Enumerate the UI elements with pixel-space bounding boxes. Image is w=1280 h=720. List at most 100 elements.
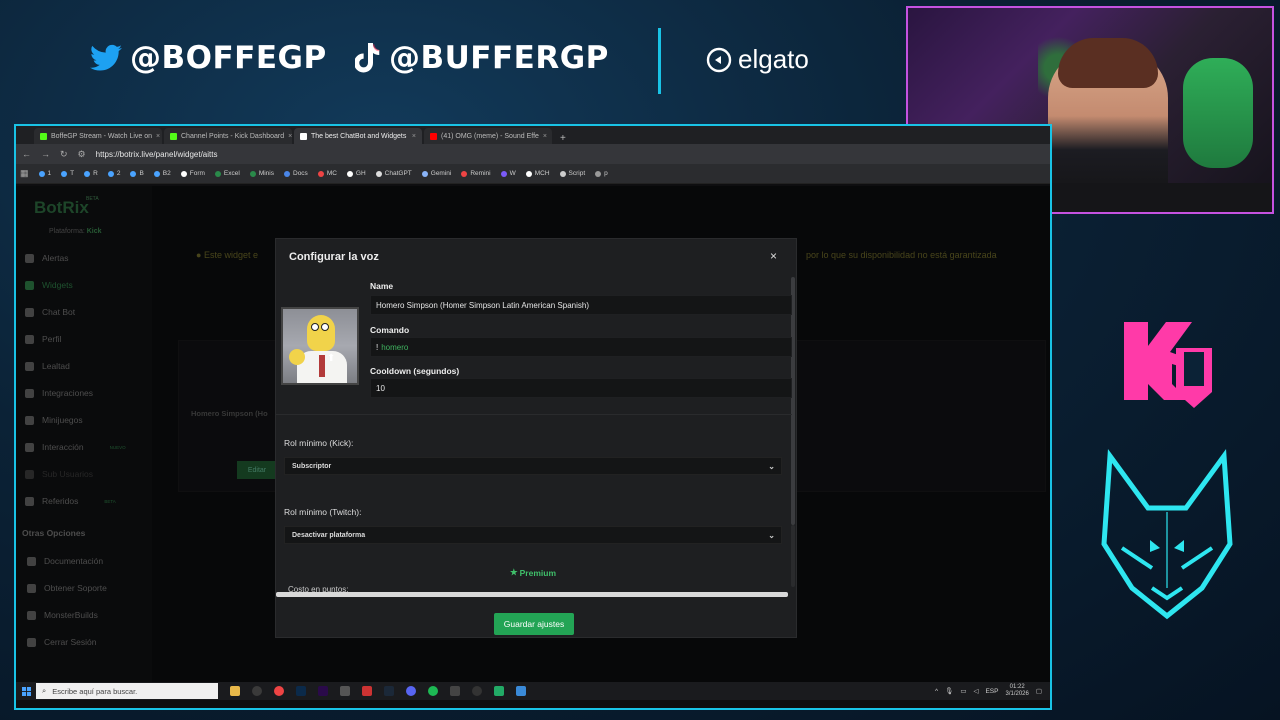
forward-icon[interactable]: → bbox=[41, 149, 50, 159]
bookmark-item[interactable]: Docs bbox=[284, 170, 308, 177]
obs-icon[interactable] bbox=[252, 686, 262, 696]
windows-start-icon[interactable] bbox=[16, 686, 36, 696]
bookmark-item[interactable]: B bbox=[130, 170, 144, 177]
bookmark-label: Docs bbox=[293, 170, 308, 177]
bookmark-label: p bbox=[604, 170, 608, 177]
bookmark-label: B bbox=[139, 170, 144, 177]
app-icon[interactable] bbox=[362, 686, 372, 696]
cooldown-label: Cooldown (segundos) bbox=[370, 366, 460, 376]
bookmark-item[interactable]: p bbox=[595, 170, 608, 177]
bookmark-item[interactable]: Minis bbox=[249, 170, 274, 177]
chrome-icon[interactable] bbox=[274, 686, 284, 696]
bookmark-label: ChatGPT bbox=[384, 170, 412, 177]
command-field[interactable]: ! homero bbox=[370, 337, 792, 357]
bookmark-item[interactable]: T bbox=[61, 170, 74, 177]
modal-scroll-track[interactable] bbox=[791, 525, 795, 587]
network-icon[interactable]: ▭ bbox=[960, 687, 966, 695]
twitter-handle-text: @BOFFEGP bbox=[130, 40, 327, 76]
fox-logo bbox=[1101, 448, 1233, 620]
spotify-icon[interactable] bbox=[428, 686, 438, 696]
bookmark-item[interactable]: Excel bbox=[214, 170, 240, 177]
calculator-icon[interactable] bbox=[340, 686, 350, 696]
address-bar: ← → ↻ ⚙ https://botrix.live/panel/widget… bbox=[16, 144, 1050, 164]
tab-label: BoffeGP Stream - Watch Live on bbox=[51, 132, 153, 140]
app-icon[interactable] bbox=[516, 686, 526, 696]
app-icon[interactable] bbox=[472, 686, 482, 696]
divider bbox=[276, 414, 792, 415]
notification-icon[interactable]: ▢ bbox=[1036, 687, 1042, 695]
bookmark-label: 2 bbox=[116, 170, 121, 177]
horizontal-scrollbar[interactable] bbox=[276, 592, 788, 597]
close-icon[interactable]: × bbox=[288, 133, 292, 140]
name-label: Name bbox=[370, 281, 394, 291]
app-icon[interactable] bbox=[494, 686, 504, 696]
cooldown-field[interactable]: 10 bbox=[370, 378, 792, 398]
bookmark-item[interactable]: B2 bbox=[153, 170, 171, 177]
taskbar-search[interactable]: ⌕ Escribe aquí para buscar. bbox=[36, 683, 218, 699]
tab-kick-dashboard[interactable]: Channel Points - Kick Dashboard × bbox=[164, 128, 292, 144]
bookmark-icon bbox=[84, 170, 91, 177]
dinosaur-plush bbox=[1183, 58, 1253, 168]
bookmark-icon bbox=[284, 170, 290, 177]
apps-grid-icon[interactable]: ▦ bbox=[20, 168, 29, 179]
premiere-icon[interactable] bbox=[318, 686, 328, 696]
tab-youtube[interactable]: (41) OMG (meme) - Sound Effe × bbox=[424, 128, 552, 144]
tab-botrix[interactable]: The best ChatBot and Widgets × bbox=[294, 128, 422, 144]
search-placeholder: Escribe aquí para buscar. bbox=[52, 686, 138, 696]
app-icon[interactable] bbox=[450, 686, 460, 696]
close-icon[interactable]: × bbox=[156, 133, 160, 140]
discord-icon[interactable] bbox=[406, 686, 416, 696]
site-info-icon[interactable]: ⚙ bbox=[78, 149, 86, 160]
bookmark-item[interactable]: MCH bbox=[525, 170, 550, 177]
url-field[interactable]: https://botrix.live/panel/widget/aitts bbox=[96, 150, 218, 159]
bookmark-icon bbox=[61, 170, 68, 177]
bookmark-item[interactable]: W bbox=[500, 170, 516, 177]
bookmark-label: R bbox=[93, 170, 98, 177]
close-icon[interactable]: × bbox=[412, 133, 416, 140]
avatar-head bbox=[307, 315, 335, 351]
star-icon: ★ bbox=[510, 567, 518, 577]
system-tray: ^ 🎙 ▭ ◁ ESP 01:22 3/1/2026 ▢ bbox=[935, 684, 1050, 698]
clock-time: 01:22 bbox=[1009, 684, 1025, 690]
bookmark-item[interactable]: Script bbox=[559, 170, 585, 177]
bookmark-item[interactable]: 1 bbox=[38, 170, 51, 177]
cursor-icon: ⬆ bbox=[327, 353, 336, 364]
save-settings-button[interactable]: Guardar ajustes bbox=[494, 613, 574, 635]
close-icon[interactable]: × bbox=[770, 249, 777, 263]
steam-icon[interactable] bbox=[384, 686, 394, 696]
bookmark-item[interactable]: ChatGPT bbox=[375, 170, 412, 177]
microphone-icon[interactable]: 🎙 bbox=[945, 687, 953, 695]
kick-icon bbox=[170, 132, 177, 140]
browser-window: BoffeGP Stream - Watch Live on × Channel… bbox=[14, 124, 1052, 710]
bookmark-item[interactable]: Remini bbox=[461, 170, 491, 177]
bookmark-item[interactable]: R bbox=[84, 170, 98, 177]
close-icon[interactable]: × bbox=[543, 133, 547, 140]
bookmark-label: Remini bbox=[470, 170, 491, 177]
bookmark-icon bbox=[249, 170, 256, 177]
clock[interactable]: 01:22 3/1/2026 bbox=[1005, 684, 1028, 698]
bookmark-item[interactable]: 2 bbox=[107, 170, 121, 177]
voice-avatar[interactable]: ⬆ bbox=[281, 307, 359, 385]
tab-kick-stream[interactable]: BoffeGP Stream - Watch Live on × bbox=[34, 128, 162, 144]
volume-icon[interactable]: ◁ bbox=[973, 687, 978, 695]
photoshop-icon[interactable] bbox=[296, 686, 306, 696]
file-explorer-icon[interactable] bbox=[230, 686, 240, 696]
chevron-up-icon[interactable]: ^ bbox=[935, 688, 938, 695]
kick-role-select[interactable]: Subscriptor ⌄ bbox=[284, 457, 782, 475]
streamer-hair bbox=[1058, 38, 1158, 88]
bookmark-item[interactable]: Form bbox=[180, 170, 205, 177]
language-indicator[interactable]: ESP bbox=[985, 688, 998, 695]
bookmark-item[interactable]: Gemini bbox=[421, 170, 451, 177]
bookmark-item[interactable]: MC bbox=[317, 170, 337, 177]
name-field[interactable]: Homero Simpson (Homer Simpson Latin Amer… bbox=[370, 295, 792, 315]
twitch-role-select[interactable]: Desactivar plataforma ⌄ bbox=[284, 526, 782, 544]
new-tab-button[interactable]: + bbox=[554, 133, 572, 144]
reload-icon[interactable]: ↻ bbox=[60, 149, 68, 160]
avatar-eye bbox=[311, 323, 319, 331]
kru-logo bbox=[1124, 322, 1212, 408]
bookmark-label: W bbox=[509, 170, 516, 177]
tab-label: Channel Points - Kick Dashboard bbox=[181, 132, 285, 140]
back-icon[interactable]: ← bbox=[22, 149, 31, 159]
premium-label: Premium bbox=[519, 567, 556, 578]
bookmark-item[interactable]: GH bbox=[346, 170, 366, 177]
